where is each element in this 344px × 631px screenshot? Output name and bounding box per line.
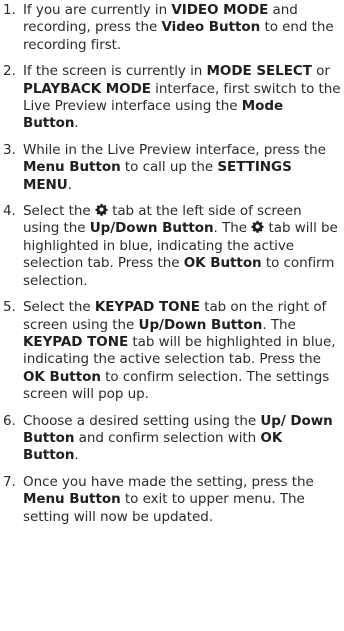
step-6: 6. Choose a desired setting using the Up… bbox=[0, 413, 344, 465]
step-7: 7. Once you have made the setting, press… bbox=[0, 474, 344, 526]
step-number: 7. bbox=[3, 473, 16, 490]
step-number: 1. bbox=[3, 2, 16, 18]
gear-icon bbox=[251, 220, 264, 234]
step-text: Choose a desired setting using the Up/ D… bbox=[23, 412, 333, 464]
step-text: While in the Live Preview interface, pre… bbox=[23, 141, 326, 193]
step-1: 1. If you are currently in VIDEO MODE an… bbox=[0, 2, 344, 54]
step-text: If the screen is currently in MODE SELEC… bbox=[23, 63, 341, 132]
step-3: 3. While in the Live Preview interface, … bbox=[0, 142, 344, 194]
step-number: 6. bbox=[3, 412, 16, 429]
step-number: 5. bbox=[3, 299, 16, 316]
step-5: 5. Select the KEYPAD TONE tab on the rig… bbox=[0, 299, 344, 403]
gear-icon bbox=[95, 203, 108, 216]
step-text: Once you have made the setting, press th… bbox=[23, 473, 314, 525]
step-text: Select the KEYPAD TONE tab on the right … bbox=[23, 299, 336, 403]
instruction-list: 1. If you are currently in VIDEO MODE an… bbox=[0, 0, 344, 526]
step-number: 4. bbox=[3, 203, 16, 220]
step-text: If you are currently in VIDEO MODE and r… bbox=[23, 2, 334, 53]
step-2: 2. If the screen is currently in MODE SE… bbox=[0, 63, 344, 133]
step-number: 2. bbox=[3, 63, 16, 80]
step-number: 3. bbox=[3, 141, 16, 158]
step-text: Select the tab at the left side of scree… bbox=[23, 203, 338, 289]
step-4: 4. Select the tab at the left side of sc… bbox=[0, 203, 344, 290]
